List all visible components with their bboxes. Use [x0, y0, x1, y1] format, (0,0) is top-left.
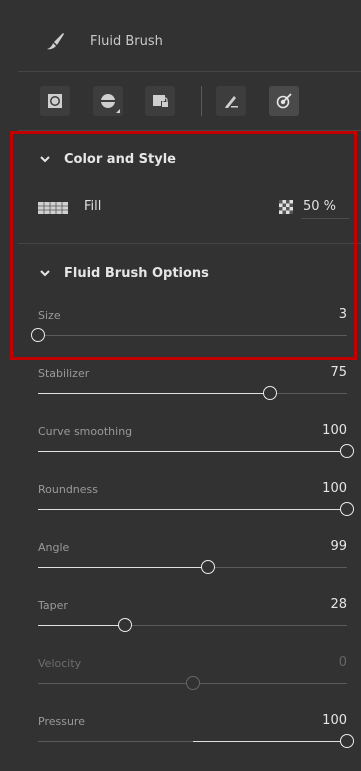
slider-label: Angle [38, 541, 70, 554]
slider-label: Taper [38, 599, 68, 612]
slider-value[interactable]: 75 [330, 365, 347, 380]
slider-thumb[interactable] [340, 734, 354, 748]
slider-angle: Angle 99 [18, 539, 361, 593]
slider-thumb[interactable] [117, 618, 132, 632]
brush-settings-button[interactable] [269, 86, 299, 116]
fill-swatch-icon[interactable] [38, 202, 68, 214]
slider-value[interactable]: 100 [322, 713, 347, 728]
opacity-checker-icon [279, 200, 293, 214]
slider-pressure: Pressure 100 [18, 713, 361, 767]
slider-track[interactable] [38, 444, 354, 458]
slider-value[interactable]: 28 [330, 597, 347, 612]
section-divider [18, 243, 361, 244]
slider-thumb[interactable] [185, 676, 200, 690]
shape-mask-button[interactable] [40, 86, 70, 116]
slider-thumb[interactable] [262, 386, 277, 400]
section-title: Fluid Brush Options [64, 266, 209, 281]
chevron-down-icon [40, 270, 50, 277]
fill-label: Fill [84, 199, 102, 214]
shape-mask-icon [48, 94, 62, 108]
slider-track[interactable] [38, 734, 354, 748]
slider-label: Velocity [38, 657, 82, 670]
slider-curve-smoothing: Curve smoothing 100 [18, 423, 361, 477]
panel-title: Fluid Brush [90, 34, 163, 49]
fill-row: Fill 50 % [18, 196, 361, 222]
slider-fill [38, 451, 347, 452]
slider-label: Roundness [38, 483, 99, 496]
brush-settings-icon [276, 93, 292, 109]
slider-taper: Taper 28 [18, 597, 361, 651]
slider-value[interactable]: 100 [322, 481, 347, 496]
toolbar-divider [201, 86, 202, 116]
layer-blend-icon [101, 94, 115, 108]
slider-fill [192, 741, 347, 742]
slider-thumb[interactable] [340, 444, 354, 458]
pen-pressure-icon [225, 96, 238, 108]
section-title: Color and Style [64, 152, 176, 167]
fluid-options-section-header[interactable]: Fluid Brush Options [18, 260, 361, 290]
lock-transparency-icon [153, 95, 169, 108]
slider-fill [38, 509, 347, 510]
lock-transparency-button[interactable] [145, 86, 175, 116]
slider-track[interactable] [38, 386, 347, 400]
slider-value[interactable]: 100 [322, 423, 347, 438]
slider-label: Stabilizer [38, 367, 90, 380]
dropdown-corner-icon [116, 109, 120, 113]
pen-pressure-button[interactable] [216, 86, 246, 116]
slider-fill [38, 625, 125, 626]
opacity-input[interactable]: 50 % [301, 198, 349, 219]
slider-thumb[interactable] [200, 560, 215, 574]
slider-thumb[interactable] [31, 328, 45, 342]
slider-fill [38, 393, 270, 394]
brush-icon [47, 33, 64, 50]
slider-velocity: Velocity 0 [18, 655, 361, 709]
slider-value[interactable]: 99 [330, 539, 347, 554]
slider-value[interactable]: 3 [339, 307, 347, 322]
fluid-brush-panel: Fluid Brush Color and Style Fill 50 % Fl… [18, 0, 361, 771]
chevron-down-icon [40, 156, 50, 163]
slider-label: Pressure [38, 715, 85, 728]
slider-thumb[interactable] [340, 502, 354, 516]
slider-track[interactable] [38, 560, 347, 574]
slider-roundness: Roundness 100 [18, 481, 361, 535]
slider-track[interactable] [38, 676, 347, 690]
slider-label: Curve smoothing [38, 425, 133, 438]
slider-track[interactable] [31, 328, 347, 342]
layer-blend-button[interactable] [93, 86, 123, 116]
slider-stabilizer: Stabilizer 75 [18, 365, 361, 419]
slider-fill [38, 567, 208, 568]
slider-label: Size [38, 309, 61, 322]
slider-track[interactable] [38, 618, 347, 632]
slider-value[interactable]: 0 [339, 655, 347, 670]
panel-header: Fluid Brush [18, 0, 361, 72]
brush-toolbar [18, 72, 361, 131]
slider-size: Size 3 [18, 307, 361, 361]
color-style-section-header[interactable]: Color and Style [18, 146, 361, 176]
slider-track[interactable] [38, 502, 354, 516]
slider-fill [38, 683, 193, 684]
